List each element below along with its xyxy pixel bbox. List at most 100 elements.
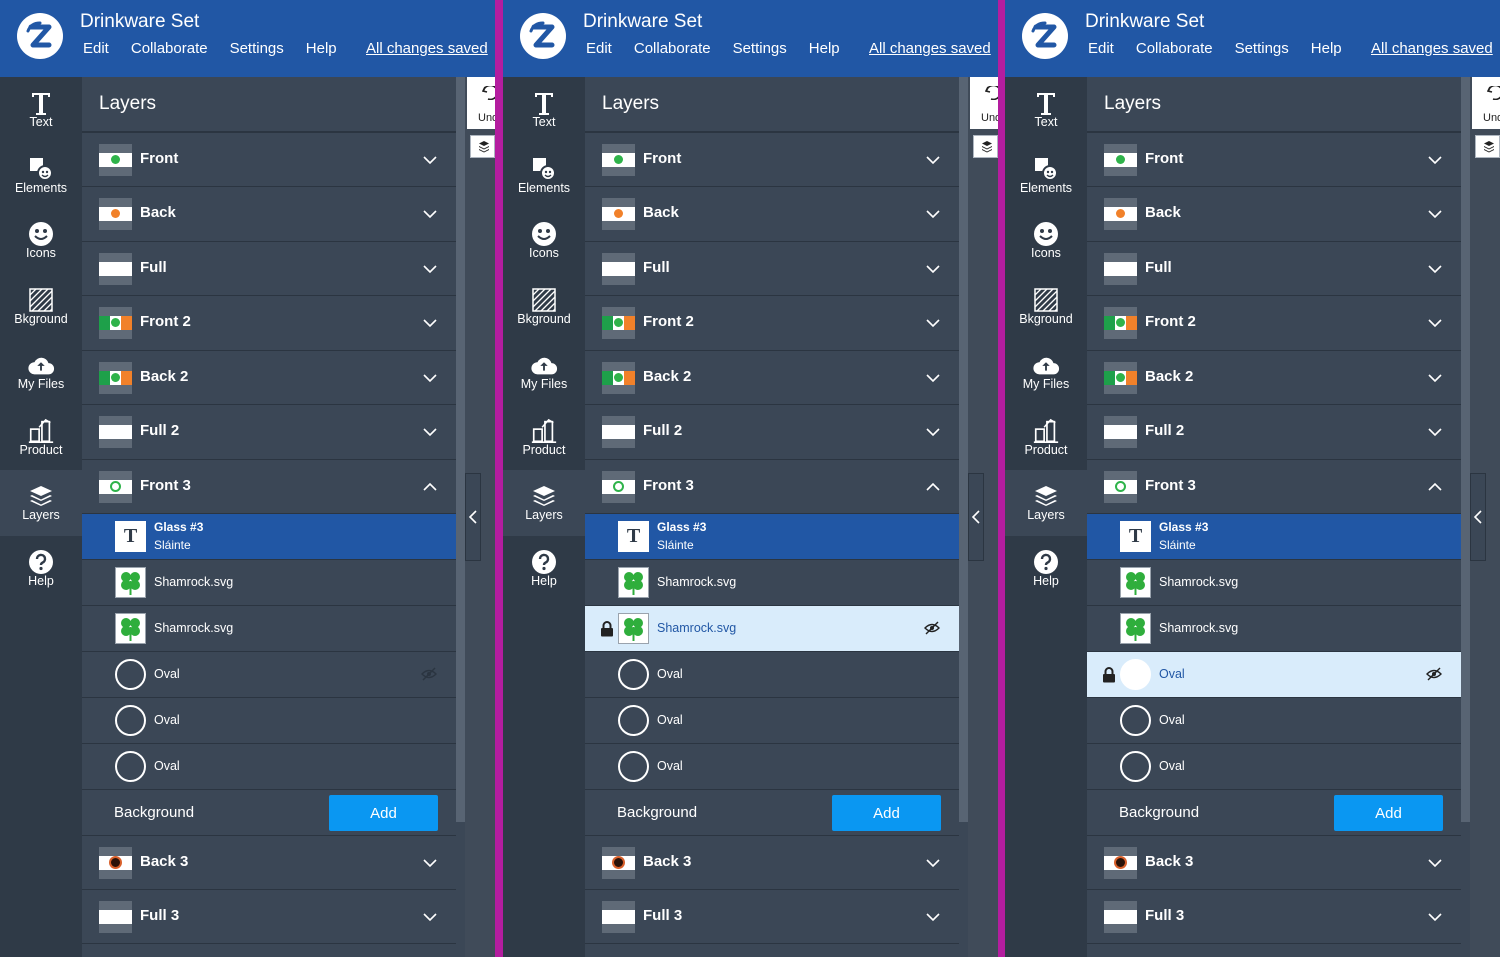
sidebar-item-bkground[interactable]: Bkground (503, 274, 585, 340)
layer-item-row[interactable]: T Glass #3 Sláinte (82, 513, 456, 559)
chevron-down-icon[interactable] (421, 260, 439, 278)
save-status-link[interactable]: All changes saved (366, 40, 488, 57)
chevron-down-icon[interactable] (1426, 369, 1444, 387)
layers-mini-icon[interactable] (470, 135, 495, 158)
chevron-down-icon[interactable] (421, 423, 439, 441)
sidebar-item-icons[interactable]: Icons (0, 208, 82, 274)
menu-settings[interactable]: Settings (733, 40, 787, 57)
layer-group-row[interactable]: Back (1087, 186, 1461, 240)
sidebar-item-my-files[interactable]: My Files (503, 339, 585, 405)
chevron-down-icon[interactable] (1426, 314, 1444, 332)
sidebar-item-product[interactable]: Product (1005, 405, 1087, 471)
lock-icon[interactable] (1102, 667, 1116, 683)
collapse-panel-button[interactable] (1470, 473, 1486, 561)
layer-group-row[interactable]: Back (82, 186, 456, 240)
sidebar-item-elements[interactable]: Elements (0, 143, 82, 209)
chevron-down-icon[interactable] (924, 423, 942, 441)
sidebar-item-layers[interactable]: Layers (503, 470, 585, 536)
layer-item-row[interactable]: Oval (82, 697, 456, 743)
sidebar-item-elements[interactable]: Elements (1005, 143, 1087, 209)
layer-item-row[interactable]: Oval (585, 697, 959, 743)
sidebar-item-help[interactable]: Help (0, 536, 82, 602)
visibility-hidden-icon[interactable] (1426, 667, 1442, 681)
chevron-down-icon[interactable] (421, 369, 439, 387)
layer-item-row[interactable]: Oval (585, 651, 959, 697)
layer-group-row[interactable]: Full 3 (585, 889, 959, 943)
layer-item-row[interactable]: T Glass #3 Sláinte (1087, 513, 1461, 559)
sidebar-item-text[interactable]: Text (0, 77, 82, 143)
menu-edit[interactable]: Edit (1088, 40, 1114, 57)
save-status-link[interactable]: All changes saved (1371, 40, 1493, 57)
layer-item-row[interactable]: Oval (82, 651, 456, 697)
add-background-button[interactable]: Add (1334, 795, 1443, 831)
layers-mini-icon[interactable] (973, 135, 998, 158)
sidebar-item-help[interactable]: Help (1005, 536, 1087, 602)
sidebar-item-icons[interactable]: Icons (503, 208, 585, 274)
layer-group-row[interactable]: Back 3 (82, 835, 456, 889)
save-status-link[interactable]: All changes saved (869, 40, 991, 57)
sidebar-item-my-files[interactable]: My Files (1005, 339, 1087, 405)
menu-collaborate[interactable]: Collaborate (634, 40, 711, 57)
layer-group-row[interactable]: Front 2 (1087, 295, 1461, 349)
menu-edit[interactable]: Edit (586, 40, 612, 57)
sidebar-item-icons[interactable]: Icons (1005, 208, 1087, 274)
layer-group-row[interactable]: Back 3 (1087, 835, 1461, 889)
layer-item-row[interactable]: Oval (585, 743, 959, 789)
zazzle-logo-icon[interactable] (1022, 13, 1068, 59)
collapse-panel-button[interactable] (465, 473, 481, 561)
layer-group-row[interactable] (585, 943, 959, 957)
layer-group-row[interactable]: Back 3 (585, 835, 959, 889)
layer-item-row[interactable]: Shamrock.svg (82, 605, 456, 651)
layer-group-row[interactable]: Back 2 (82, 350, 456, 404)
sidebar-item-product[interactable]: Product (503, 405, 585, 471)
sidebar-item-help[interactable]: Help (503, 536, 585, 602)
chevron-down-icon[interactable] (1426, 908, 1444, 926)
menu-collaborate[interactable]: Collaborate (1136, 40, 1213, 57)
layer-group-row[interactable]: Full 2 (585, 404, 959, 458)
chevron-down-icon[interactable] (924, 260, 942, 278)
sidebar-item-my-files[interactable]: My Files (0, 339, 82, 405)
layers-scrollbar-thumb[interactable] (456, 77, 465, 822)
chevron-down-icon[interactable] (924, 205, 942, 223)
layer-group-row[interactable]: Front 3 (1087, 459, 1461, 513)
chevron-down-icon[interactable] (924, 151, 942, 169)
chevron-down-icon[interactable] (421, 854, 439, 872)
layer-group-row[interactable]: Back (585, 186, 959, 240)
chevron-up-icon[interactable] (924, 478, 942, 496)
layer-item-row[interactable]: Shamrock.svg (585, 605, 959, 651)
layer-group-row[interactable]: Full (1087, 241, 1461, 295)
sidebar-item-text[interactable]: Text (503, 77, 585, 143)
layer-item-row[interactable]: Shamrock.svg (82, 559, 456, 605)
chevron-down-icon[interactable] (924, 314, 942, 332)
chevron-down-icon[interactable] (421, 908, 439, 926)
layer-group-row[interactable]: Back 2 (1087, 350, 1461, 404)
sidebar-item-bkground[interactable]: Bkground (1005, 274, 1087, 340)
layers-scrollbar-thumb[interactable] (959, 77, 968, 822)
layer-item-row[interactable]: Shamrock.svg (1087, 559, 1461, 605)
sidebar-item-text[interactable]: Text (1005, 77, 1087, 143)
layer-group-row[interactable]: Front 2 (585, 295, 959, 349)
collapse-panel-button[interactable] (968, 473, 984, 561)
layer-group-row[interactable]: Full (82, 241, 456, 295)
menu-help[interactable]: Help (1311, 40, 1342, 57)
chevron-up-icon[interactable] (1426, 478, 1444, 496)
layer-group-row[interactable]: Front 2 (82, 295, 456, 349)
chevron-up-icon[interactable] (421, 478, 439, 496)
layer-item-row[interactable]: Oval (82, 743, 456, 789)
layers-mini-icon[interactable] (1475, 135, 1500, 158)
add-background-button[interactable]: Add (832, 795, 941, 831)
menu-settings[interactable]: Settings (230, 40, 284, 57)
zazzle-logo-icon[interactable] (520, 13, 566, 59)
layer-group-row[interactable]: Full 2 (1087, 404, 1461, 458)
layer-item-row[interactable]: Shamrock.svg (585, 559, 959, 605)
menu-edit[interactable]: Edit (83, 40, 109, 57)
layer-group-row[interactable]: Back 2 (585, 350, 959, 404)
sidebar-item-product[interactable]: Product (0, 405, 82, 471)
layer-group-row[interactable]: Front 3 (82, 459, 456, 513)
sidebar-item-bkground[interactable]: Bkground (0, 274, 82, 340)
layer-item-row[interactable]: Oval (1087, 697, 1461, 743)
menu-help[interactable]: Help (809, 40, 840, 57)
layer-item-row[interactable]: Oval (1087, 651, 1461, 697)
sidebar-item-layers[interactable]: Layers (0, 470, 82, 536)
layer-item-row[interactable]: Shamrock.svg (1087, 605, 1461, 651)
